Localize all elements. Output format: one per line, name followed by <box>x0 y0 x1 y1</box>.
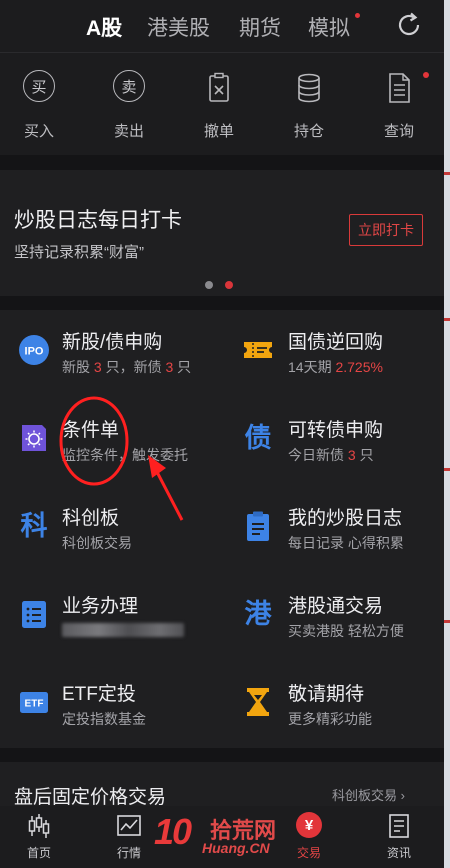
sell-label: 卖出 <box>113 123 144 140</box>
simulation-badge <box>355 13 360 18</box>
coming-soon-subtitle: 更多精彩功能 <box>288 711 372 727</box>
page-dot-active <box>225 281 233 289</box>
market-tabs: A股 港美股 期货 模拟 <box>0 0 444 52</box>
conditional-order-item[interactable]: 条件单 监控条件，触发委托 <box>0 398 222 486</box>
yen-icon: ¥ <box>295 812 323 840</box>
divider <box>0 296 444 310</box>
star-market-icon: 科 <box>20 511 48 541</box>
star-trade-link[interactable]: 科创板交易 › <box>332 785 405 804</box>
repo-title: 国债逆回购 <box>288 332 384 353</box>
refresh-icon[interactable] <box>394 10 424 40</box>
services-grid: IPO 新股/债申购 新股 3 只，新债 3 只 国债逆回购 14天期 2.72… <box>0 310 444 748</box>
news-icon <box>385 812 413 840</box>
etf-subtitle: 定投指数基金 <box>62 711 146 727</box>
business-title: 业务办理 <box>62 596 139 617</box>
sell-icon: 卖 <box>111 70 147 106</box>
divider <box>0 52 444 53</box>
page-dot <box>205 281 213 289</box>
query-label: 查询 <box>383 123 414 140</box>
ticket-icon <box>244 342 272 358</box>
conditional-order-subtitle: 监控条件，触发委托 <box>62 447 188 463</box>
chart-line-icon <box>115 812 143 840</box>
banner-subtitle: 坚持记录积累“财富” <box>14 244 144 261</box>
watermark-logo: 10 拾荒网 Huang.CN <box>154 811 277 856</box>
hk-icon: 港 <box>244 599 272 629</box>
cancel-order-button[interactable]: 撤单 <box>189 70 249 141</box>
divider <box>0 748 444 762</box>
buy-icon: 买 <box>21 70 57 106</box>
bond-title: 可转债申购 <box>288 420 384 441</box>
tab-hk-us[interactable]: 港美股 <box>147 12 210 42</box>
hk-connect-item[interactable]: 港 港股通交易 买卖港股 轻松方便 <box>222 574 444 662</box>
tab-futures[interactable]: 期货 <box>239 12 281 42</box>
svg-text:ETF: ETF <box>25 699 44 710</box>
after-hours-section[interactable]: 盘后固定价格交易 科创板交易 › <box>0 762 444 812</box>
hk-subtitle: 买卖港股 轻松方便 <box>288 623 404 639</box>
quick-actions: 买 买入 卖 卖出 撤单 持仓 查询 <box>0 60 444 155</box>
etf-title: ETF定投 <box>62 684 136 705</box>
ipo-subscription-item[interactable]: IPO 新股/债申购 新股 3 只，新债 3 只 <box>0 310 222 398</box>
position-label: 持仓 <box>293 123 324 140</box>
reverse-repo-item[interactable]: 国债逆回购 14天期 2.725% <box>222 310 444 398</box>
ipo-icon: IPO <box>19 335 49 365</box>
svg-text:IPO: IPO <box>25 346 44 358</box>
business-item[interactable]: 业务办理 <box>0 574 222 662</box>
query-button[interactable]: 查询 <box>369 70 429 141</box>
tab-a-share[interactable]: A股 <box>86 12 122 42</box>
cancel-order-label: 撤单 <box>203 123 234 140</box>
sell-button[interactable]: 卖 卖出 <box>99 70 159 141</box>
nav-news-label: 资讯 <box>386 846 411 860</box>
document-icon <box>381 70 417 106</box>
hk-title: 港股通交易 <box>288 596 384 617</box>
ipo-title: 新股/债申购 <box>62 332 163 353</box>
trading-screen: A股 港美股 期货 模拟 买 买入 卖 卖出 撤单 持仓 查询 炒股日志每日打卡… <box>0 0 444 868</box>
banner-title: 炒股日志每日打卡 <box>14 209 182 232</box>
bond-icon: 债 <box>244 423 272 453</box>
divider <box>0 155 444 170</box>
query-badge <box>423 72 429 78</box>
conditional-order-title: 条件单 <box>62 420 120 441</box>
checkin-banner[interactable]: 炒股日志每日打卡 坚持记录积累“财富” 立即打卡 <box>0 170 444 296</box>
buy-label: 买入 <box>23 123 54 140</box>
list-icon <box>22 601 46 628</box>
nav-home[interactable]: 首页 <box>9 812 69 861</box>
chevron-right-icon: › <box>400 788 405 803</box>
coming-soon-item[interactable]: 敬请期待 更多精彩功能 <box>222 662 444 750</box>
tab-simulation[interactable]: 模拟 <box>308 12 350 42</box>
hourglass-icon <box>247 688 269 716</box>
database-icon <box>291 70 327 106</box>
conditional-order-icon <box>22 425 46 451</box>
nav-news[interactable]: 资讯 <box>369 812 429 861</box>
side-edge <box>444 0 450 868</box>
candlestick-icon <box>25 812 53 840</box>
convertible-bond-item[interactable]: 债 可转债申购 今日新债 3 只 <box>222 398 444 486</box>
after-hours-title: 盘后固定价格交易 <box>14 787 167 808</box>
trading-diary-item[interactable]: 我的炒股日志 每日记录 心得积累 <box>222 486 444 574</box>
buy-button[interactable]: 买 买入 <box>9 70 69 141</box>
star-market-subtitle: 科创板交易 <box>62 535 132 551</box>
position-button[interactable]: 持仓 <box>279 70 339 141</box>
checkin-button[interactable]: 立即打卡 <box>349 214 423 246</box>
coming-soon-title: 敬请期待 <box>288 684 365 705</box>
nav-home-label: 首页 <box>26 846 51 860</box>
cancel-order-icon <box>201 70 237 106</box>
bond-subtitle: 今日新债 3 只 <box>288 447 374 463</box>
etf-icon: ETF <box>20 692 48 713</box>
repo-subtitle: 14天期 2.725% <box>288 359 383 375</box>
clipboard-icon <box>247 511 269 541</box>
business-subtitle-blurred <box>62 621 184 638</box>
diary-title: 我的炒股日志 <box>288 508 403 529</box>
star-market-title: 科创板 <box>62 508 120 529</box>
etf-item[interactable]: ETF ETF定投 定投指数基金 <box>0 662 222 750</box>
ipo-subtitle: 新股 3 只，新债 3 只 <box>62 359 192 375</box>
star-market-item[interactable]: 科 科创板 科创板交易 <box>0 486 222 574</box>
diary-subtitle: 每日记录 心得积累 <box>288 535 404 551</box>
